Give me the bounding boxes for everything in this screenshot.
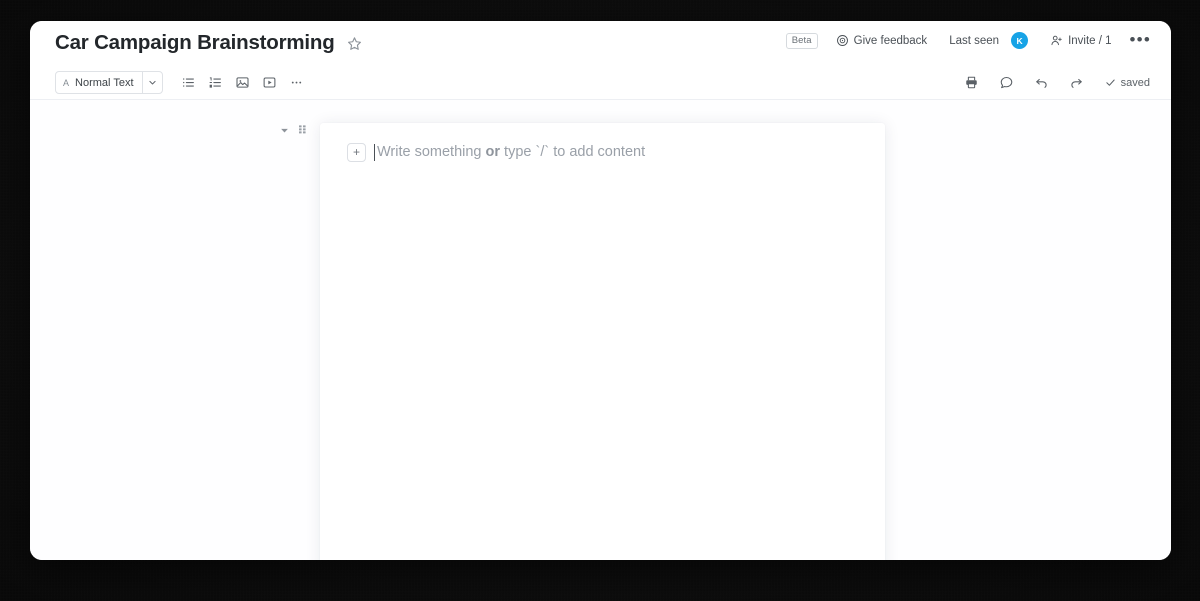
placeholder-part1: Write something — [377, 144, 486, 160]
document-page[interactable]: + Write something or type `/` to add con… — [320, 123, 885, 560]
placeholder-bold: or — [485, 144, 501, 160]
app-header: Car Campaign Brainstorming Beta Give fee… — [30, 21, 1171, 66]
toolbar-left-group: A Normal Text — [55, 66, 309, 99]
drag-handle-icon[interactable] — [298, 124, 306, 136]
undo-arrow-icon[interactable] — [1030, 71, 1054, 95]
formatting-toolbar: A Normal Text saved — [30, 66, 1171, 100]
text-style-a-icon: A — [63, 77, 70, 88]
page-title: Car Campaign Brainstorming — [55, 31, 335, 54]
save-status: saved — [1105, 77, 1150, 89]
placeholder-part2: type `/` to add content — [500, 144, 646, 160]
person-add-icon — [1050, 34, 1063, 47]
printer-icon[interactable] — [960, 71, 984, 95]
header-actions: Beta Give feedback Last seen K Invite / … — [785, 31, 1151, 49]
give-feedback-button[interactable]: Give feedback — [836, 34, 928, 47]
status-badge: Beta — [785, 32, 818, 49]
editor-canvas[interactable]: + Write something or type `/` to add con… — [30, 100, 1171, 560]
toolbar-right-group: saved — [960, 66, 1150, 99]
header-more-options-button[interactable]: ••• — [1130, 31, 1151, 48]
triangle-down-icon[interactable] — [280, 126, 289, 135]
title-row: Car Campaign Brainstorming — [55, 31, 364, 55]
megaphone-circle-icon — [836, 34, 849, 47]
last-seen-indicator[interactable]: Last seen K — [949, 32, 1029, 49]
text-style-dropdown[interactable]: A Normal Text — [55, 71, 163, 94]
toolbar-more-options-icon[interactable] — [285, 71, 309, 95]
text-cursor — [374, 144, 376, 161]
video-icon[interactable] — [258, 71, 282, 95]
editor-placeholder[interactable]: Write something or type `/` to add conte… — [374, 142, 645, 162]
comment-bubble-icon[interactable] — [995, 71, 1019, 95]
redo-arrow-icon[interactable] — [1065, 71, 1089, 95]
avatar[interactable]: K — [1011, 32, 1029, 49]
add-block-button[interactable]: + — [347, 142, 366, 162]
save-status-label: saved — [1120, 76, 1150, 89]
bulleted-list-icon[interactable] — [177, 71, 201, 95]
invite-button[interactable]: Invite / 1 — [1050, 34, 1112, 47]
text-style-value-wrap: A Normal Text — [56, 72, 142, 93]
app-window: Car Campaign Brainstorming Beta Give fee… — [30, 21, 1171, 560]
check-icon — [1105, 77, 1116, 88]
invite-label: Invite / 1 — [1068, 34, 1112, 47]
image-icon[interactable] — [231, 71, 255, 95]
toolbar-buttons — [177, 71, 309, 95]
text-style-value: Normal Text — [75, 76, 134, 89]
editor-block[interactable]: + Write something or type `/` to add con… — [347, 142, 645, 162]
block-gutter — [280, 124, 306, 136]
chevron-down-icon[interactable] — [141, 72, 162, 93]
numbered-list-icon[interactable] — [204, 71, 228, 95]
give-feedback-label: Give feedback — [853, 34, 928, 47]
screenshot-root: Car Campaign Brainstorming Beta Give fee… — [0, 0, 1200, 601]
last-seen-label: Last seen — [949, 34, 1000, 47]
star-outline-icon[interactable] — [346, 34, 364, 52]
